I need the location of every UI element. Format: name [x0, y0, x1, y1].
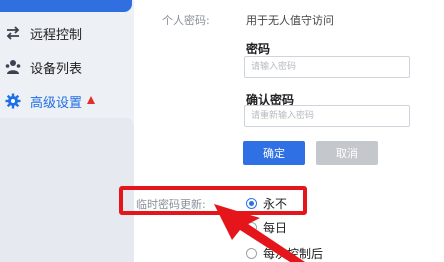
radio-button[interactable] — [246, 198, 257, 209]
confirm-password-input[interactable] — [244, 105, 410, 127]
sidebar-item-advanced-settings[interactable]: 高级设置 — [0, 85, 134, 117]
radio-option-after-each-control[interactable]: 每次控制后 — [246, 245, 323, 262]
confirm-button[interactable]: 确定 — [243, 141, 305, 165]
password-input[interactable] — [244, 56, 410, 78]
radio-button[interactable] — [246, 222, 257, 233]
radio-option-never[interactable]: 永不 — [246, 195, 287, 212]
radio-label: 永不 — [263, 197, 288, 211]
sidebar-item-label: 远程控制 — [30, 27, 83, 43]
radio-label: 每次控制后 — [263, 247, 324, 261]
sidebar-item-label: 设备列表 — [30, 61, 83, 77]
arrow-up-icon — [87, 96, 96, 104]
sidebar-header-card — [0, 0, 132, 12]
gear-icon — [4, 92, 22, 110]
password-label: 密码 — [246, 42, 271, 56]
sidebar: 远程控制 设备列表 高级设置 — [0, 0, 134, 262]
sidebar-item-label: 高级设置 — [30, 95, 83, 111]
swap-arrows-icon — [4, 24, 22, 42]
users-icon — [4, 58, 22, 76]
cancel-button[interactable]: 取消 — [316, 141, 378, 165]
personal-password-desc: 用于无人值守访问 — [246, 14, 334, 27]
personal-password-label: 个人密码: — [162, 14, 210, 27]
sidebar-item-device-list[interactable]: 设备列表 — [0, 51, 134, 83]
sidebar-item-remote-control[interactable]: 远程控制 — [0, 17, 134, 49]
radio-label: 每日 — [263, 221, 288, 235]
sidebar-panel — [0, 118, 134, 262]
radio-button[interactable] — [246, 248, 257, 259]
settings-panel: 个人密码: 用于无人值守访问 密码 确认密码 确定 取消 临时密码更新: 永不 … — [134, 0, 444, 262]
radio-option-daily[interactable]: 每日 — [246, 219, 287, 236]
temp-password-update-label: 临时密码更新: — [136, 198, 206, 211]
